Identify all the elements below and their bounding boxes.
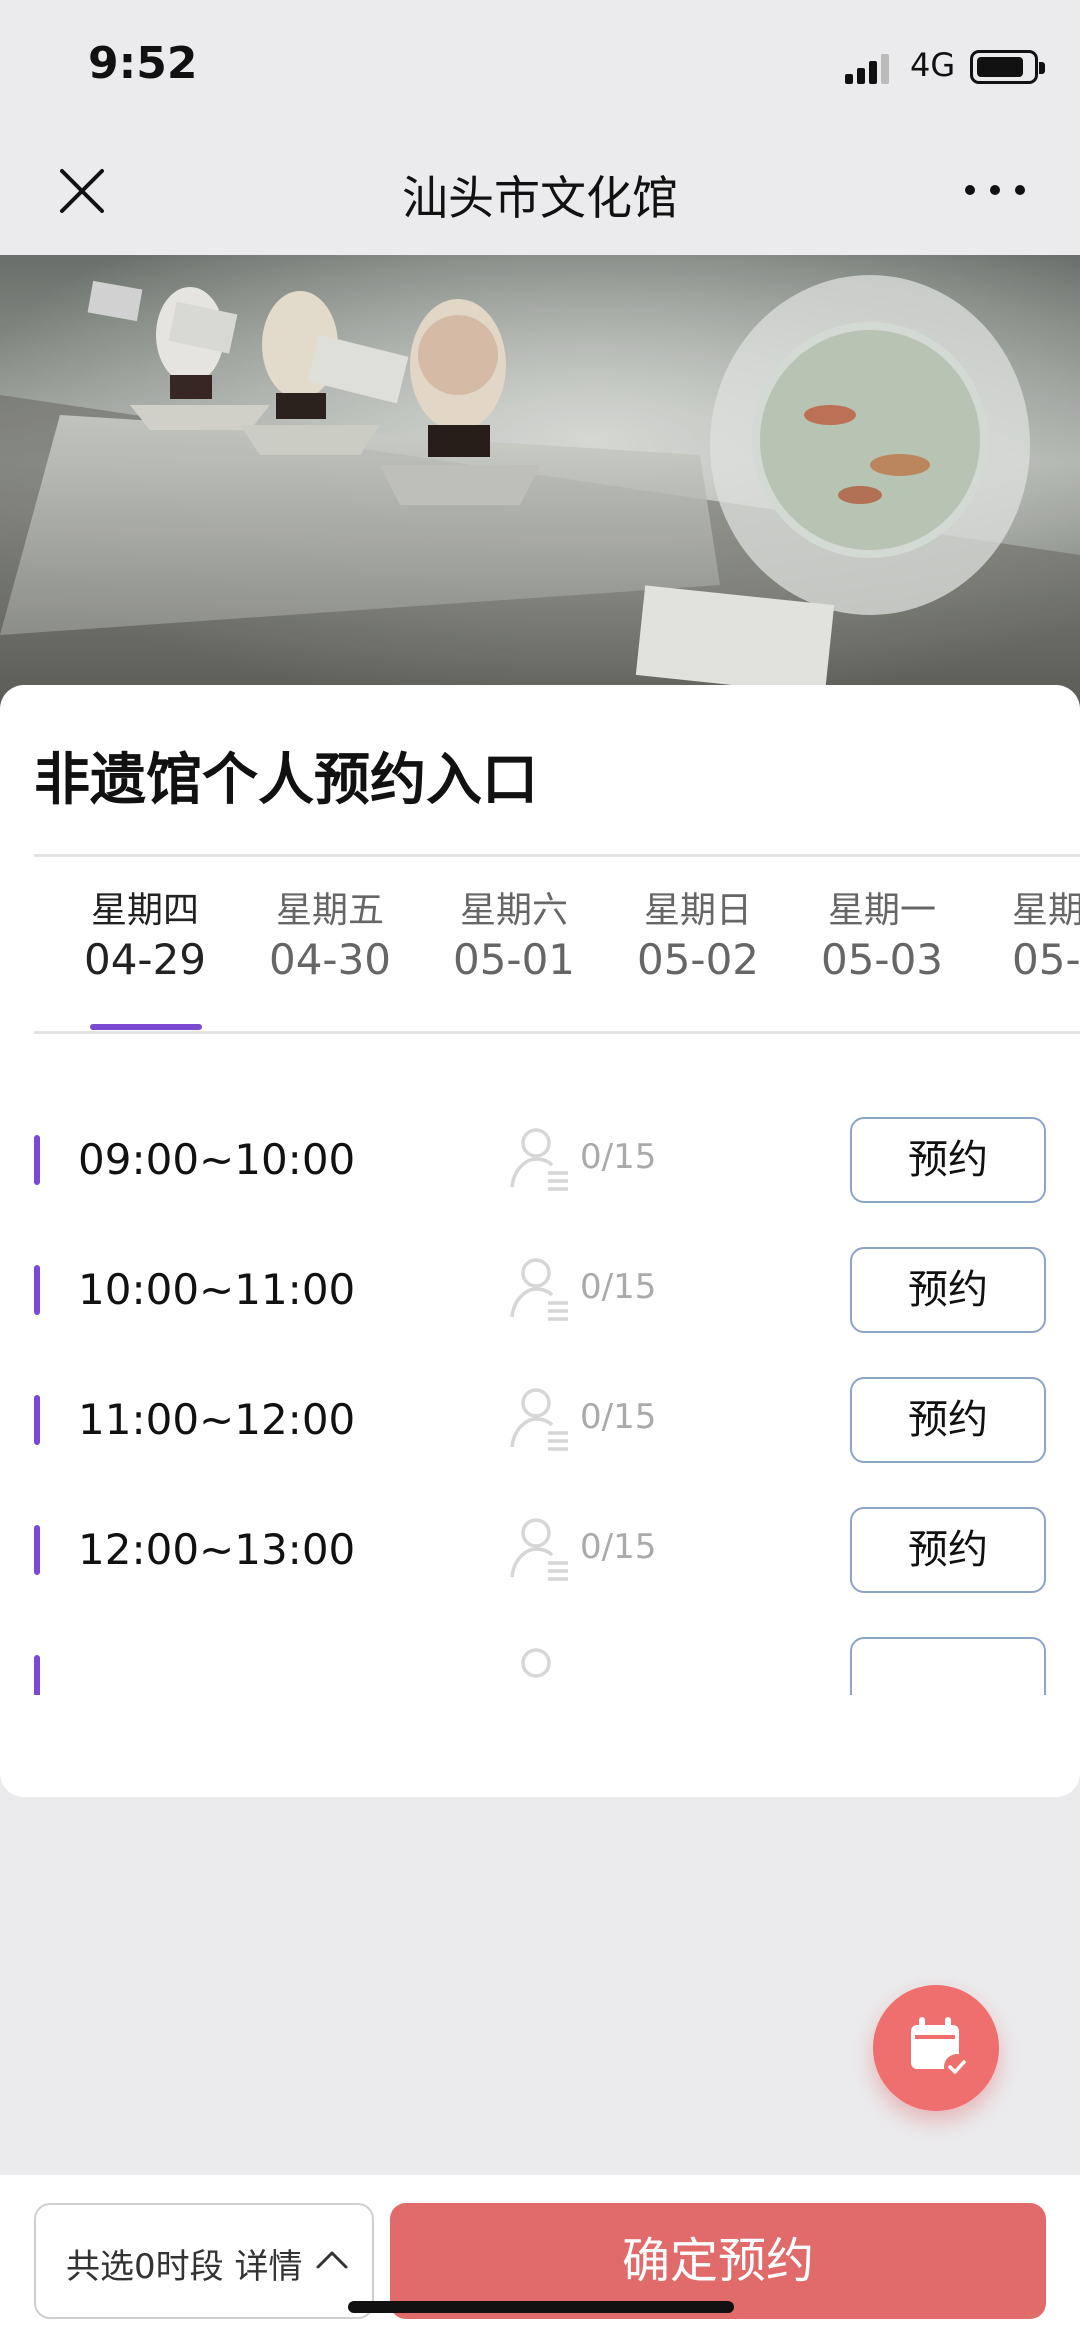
bottom-action-bar: 共选0时段 详情 确定预约 [0,2175,1080,2339]
card-title: 非遗馆个人预约入口 [34,748,538,813]
tab-date-0430[interactable]: 星期五 04-30 [250,855,410,984]
selection-summary-label: 共选0时段 详情 [66,2247,303,2287]
reserve-button[interactable]: 预约 [850,1247,1046,1333]
tab-date-0504[interactable]: 星期 05-0 [986,855,1080,984]
tab-weekday: 星期一 [827,890,936,931]
tab-weekday: 星期五 [275,890,384,931]
slot-time: 12:00~13:00 [78,1525,356,1574]
hero-image [0,255,1080,715]
slot-marker [34,1525,40,1575]
status-time: 9:52 [88,38,198,89]
tab-weekday: 星期日 [643,890,752,931]
reserve-button[interactable]: 预约 [850,1507,1046,1593]
time-slot-row-partial [0,1635,1080,1695]
home-indicator [348,2301,734,2313]
time-slot-row: 09:00~10:00 0/15 预约 [0,1115,1080,1205]
chevron-up-icon [316,2251,348,2269]
slot-time: 11:00~12:00 [78,1395,356,1444]
battery-icon [970,50,1045,84]
user-list-icon [510,1388,568,1451]
tab-date-0501[interactable]: 星期六 05-01 [434,855,594,984]
tab-date: 05-0 [1012,935,1080,984]
slot-capacity: 0/15 [580,1397,657,1437]
tabs-divider [34,1031,1080,1034]
reserve-button[interactable]: 预约 [850,1377,1046,1463]
tab-date: 05-03 [820,935,944,984]
tab-date: 04-30 [268,935,392,984]
my-bookings-button[interactable] [873,1985,999,2111]
user-list-icon [510,1128,568,1191]
slot-marker [34,1135,40,1185]
user-list-icon [510,1518,568,1581]
tab-date-0502[interactable]: 星期日 05-02 [618,855,778,984]
exhibit-photo [0,255,1080,715]
tab-date-0503[interactable]: 星期一 05-03 [802,855,962,984]
time-slot-list: 09:00~10:00 0/15 预约 10:00~11:00 0/15 预约 … [0,1115,1080,1695]
slot-marker [34,1265,40,1315]
tab-weekday: 星期六 [459,890,568,931]
nav-bar: 汕头市文化馆 [0,135,1080,255]
reserve-button[interactable]: 预约 [850,1117,1046,1203]
status-bar: 9:52 4G [0,0,1080,135]
more-icon[interactable] [960,175,1030,205]
page-title: 汕头市文化馆 [402,171,678,225]
booking-card: 非遗馆个人预约入口 星期四 04-29 星期五 04-30 星期六 05-01 … [0,685,1080,1797]
time-slot-row: 11:00~12:00 0/15 预约 [0,1375,1080,1465]
reserve-button-partial[interactable] [850,1637,1046,1695]
tab-weekday: 星期 [1012,890,1080,931]
calendar-check-icon [911,2017,970,2080]
slot-capacity: 0/15 [580,1267,657,1307]
tab-date-0429[interactable]: 星期四 04-29 [65,855,225,984]
tab-date: 05-02 [636,935,760,984]
slot-marker [34,1395,40,1445]
slot-capacity: 0/15 [580,1137,657,1177]
signal-icon [845,54,889,84]
tab-date: 05-01 [452,935,576,984]
network-label: 4G [910,46,956,84]
tab-weekday: 星期四 [90,890,199,931]
user-list-icon [521,1648,551,1678]
active-tab-indicator [90,1024,202,1030]
slot-time: 09:00~10:00 [78,1135,356,1184]
date-tabs: 星期四 04-29 星期五 04-30 星期六 05-01 星期日 05-02 … [0,855,1080,1005]
slot-marker [34,1655,40,1695]
selection-summary[interactable]: 共选0时段 详情 [34,2203,374,2319]
slot-capacity: 0/15 [580,1527,657,1567]
tab-date: 04-29 [83,935,207,984]
time-slot-row: 10:00~11:00 0/15 预约 [0,1245,1080,1335]
time-slot-row: 12:00~13:00 0/15 预约 [0,1505,1080,1595]
user-list-icon [510,1258,568,1321]
slot-time: 10:00~11:00 [78,1265,356,1314]
